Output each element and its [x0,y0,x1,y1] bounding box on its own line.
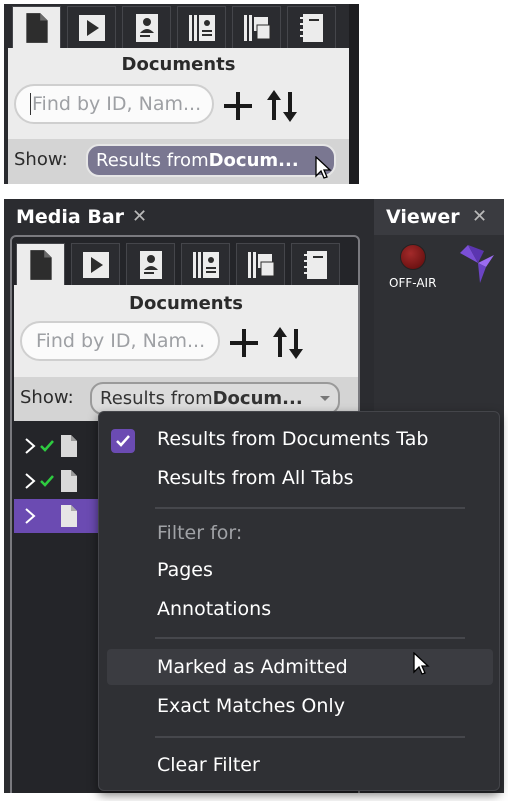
deposition-icon [139,250,162,279]
search-placeholder: Find by ID, Nam... [32,93,202,115]
text-caret [30,93,31,115]
notebook-icon [303,250,327,279]
documents-area: Documents Find by ID, Nam... [14,285,358,377]
media-bar-tab-label: Media Bar [16,206,125,228]
search-placeholder: Find by ID, Nam... [36,330,206,352]
checkbox-checked[interactable] [111,429,135,453]
menu-item-pages[interactable]: Pages [157,559,213,581]
plus-icon [224,92,252,120]
show-filter-row-top: Show: Results from Docum... [8,139,349,184]
tab-viewer[interactable]: Viewer ✕ [374,199,504,235]
document-icon [25,12,48,43]
add-button[interactable] [228,327,260,359]
media-tabs-top [12,6,336,48]
checkmark-icon [116,435,130,447]
exhibit-binder-icon [192,251,219,278]
document-icon [61,470,77,492]
tab-documents[interactable] [12,6,61,48]
menu-item-clear-filter[interactable]: Clear Filter [157,754,260,776]
search-input[interactable]: Find by ID, Nam... [20,321,220,361]
viewer-tab-label: Viewer [386,206,460,228]
tab-collections[interactable] [236,243,285,285]
bird-logo-icon [460,245,494,283]
stacked-pages-icon [243,14,270,41]
tab-collections[interactable] [232,6,281,48]
select-value-bold: Docum... [212,388,303,409]
tab-documents[interactable] [16,243,65,285]
tab-media[interactable] [67,6,116,48]
plus-icon [230,329,258,357]
document-icon [61,435,77,457]
on-air-indicator-light [400,244,426,270]
tab-exhibits[interactable] [177,6,226,48]
menu-divider [155,637,465,639]
menu-divider [155,736,465,738]
deposition-icon [135,13,158,42]
play-icon [78,14,105,41]
menu-section-filter-for: Filter for: [157,522,243,544]
tab-media-bar[interactable]: Media Bar ✕ [4,199,154,235]
tab-depositions[interactable] [126,243,175,285]
document-icon [61,505,77,527]
mouse-pointer-icon [413,652,430,675]
sort-button[interactable] [270,325,306,361]
checkmark-icon [40,440,54,452]
stacked-pages-icon [247,251,274,278]
menu-item-marked-as-admitted[interactable]: Marked as Admitted [157,656,348,678]
tab-media[interactable] [71,243,120,285]
mouse-pointer-icon [315,156,332,179]
search-input[interactable]: Find by ID, Nam... [14,84,214,124]
document-icon [29,249,52,280]
media-tabs [16,243,340,285]
close-icon[interactable]: ✕ [472,206,487,227]
show-filter-dropdown-menu: Results from Documents Tab Results from … [98,411,500,791]
off-air-label: OFF-AIR [389,276,437,290]
sort-arrows-icon [273,327,303,359]
chevron-right-icon[interactable] [24,473,36,489]
play-icon [82,251,109,278]
checkmark-icon [40,475,54,487]
media-bar-panel-top: Documents Find by ID, Nam... Show: Resul… [4,4,359,184]
select-value-prefix: Results from [96,150,209,171]
documents-area-top: Documents Find by ID, Nam... [8,48,349,139]
documents-title: Documents [121,54,236,75]
notebook-icon [299,13,323,42]
chevron-down-icon [320,396,330,401]
add-button[interactable] [222,90,254,122]
tab-exhibits[interactable] [181,243,230,285]
exhibit-binder-icon [188,14,215,41]
close-icon[interactable]: ✕ [132,206,147,227]
select-value-bold: Docum... [208,150,299,171]
menu-item-annotations[interactable]: Annotations [157,598,271,620]
chevron-right-icon[interactable] [24,438,36,454]
sort-arrows-icon [267,90,297,122]
media-bar-content-top: Documents Find by ID, Nam... Show: Resul… [4,4,349,184]
select-value-prefix: Results from [100,388,213,409]
menu-item-results-documents-tab[interactable]: Results from Documents Tab [157,428,428,450]
chevron-right-icon[interactable] [24,508,36,524]
tab-notes[interactable] [287,6,336,48]
documents-title: Documents [129,293,243,314]
sort-button[interactable] [264,88,300,124]
menu-item-exact-matches-only[interactable]: Exact Matches Only [157,695,345,717]
show-label: Show: [14,149,68,170]
menu-divider [155,507,465,509]
menu-item-results-all-tabs[interactable]: Results from All Tabs [157,467,354,489]
tab-notes[interactable] [291,243,340,285]
tab-depositions[interactable] [122,6,171,48]
show-label: Show: [20,387,74,408]
show-filter-select[interactable]: Results from Docum... [86,144,336,177]
